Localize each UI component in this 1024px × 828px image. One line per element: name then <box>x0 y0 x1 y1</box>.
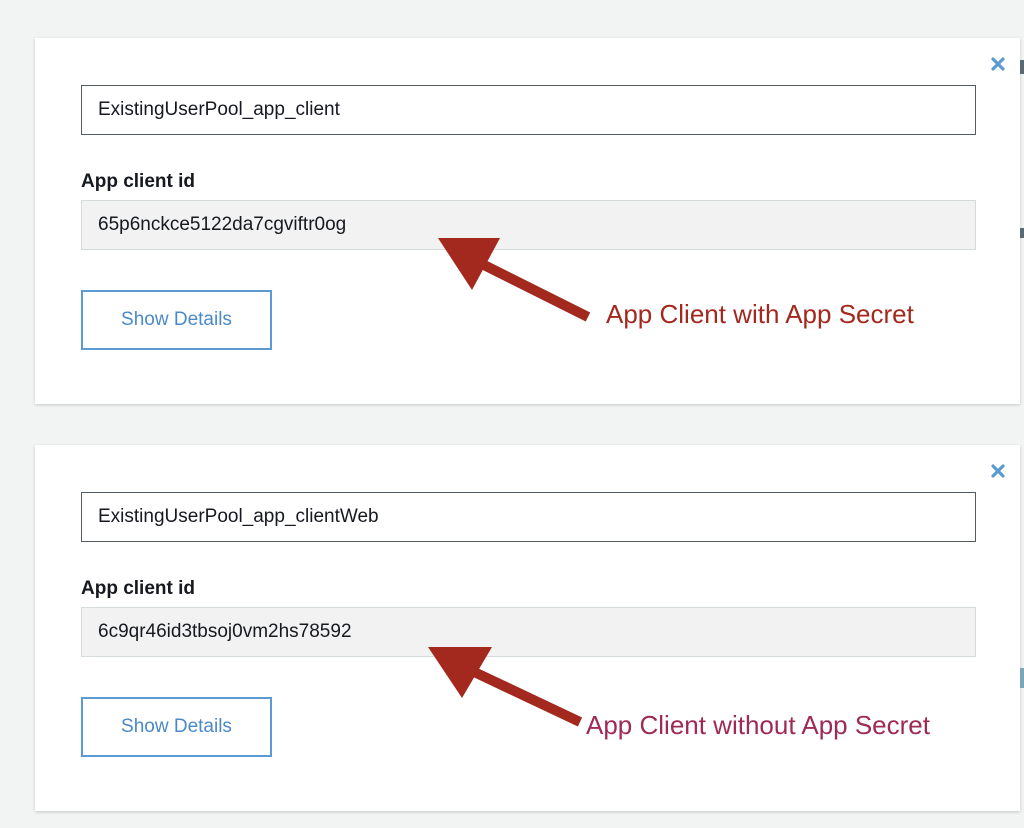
app-client-id-label: App client id <box>81 578 195 599</box>
app-client-name-input[interactable] <box>81 85 976 135</box>
edge-mark <box>1020 668 1024 688</box>
edge-mark <box>1020 60 1024 74</box>
app-client-id-value: 65p6nckce5122da7cgviftr0og <box>81 200 976 250</box>
app-client-id-label: App client id <box>81 171 195 192</box>
edge-mark <box>1020 228 1024 238</box>
app-client-name-input[interactable] <box>81 492 976 542</box>
app-client-id-value: 6c9qr46id3tbsoj0vm2hs78592 <box>81 607 976 657</box>
close-icon[interactable] <box>990 56 1006 72</box>
annotation-without-secret: App Client without App Secret <box>586 710 930 740</box>
app-client-card: App client id 65p6nckce5122da7cgviftr0og… <box>35 38 1020 404</box>
show-details-button[interactable]: Show Details <box>81 697 272 757</box>
close-icon[interactable] <box>990 463 1006 479</box>
show-details-button[interactable]: Show Details <box>81 290 272 350</box>
app-client-card: App client id 6c9qr46id3tbsoj0vm2hs78592… <box>35 445 1020 811</box>
annotation-with-secret: App Client with App Secret <box>606 299 914 329</box>
